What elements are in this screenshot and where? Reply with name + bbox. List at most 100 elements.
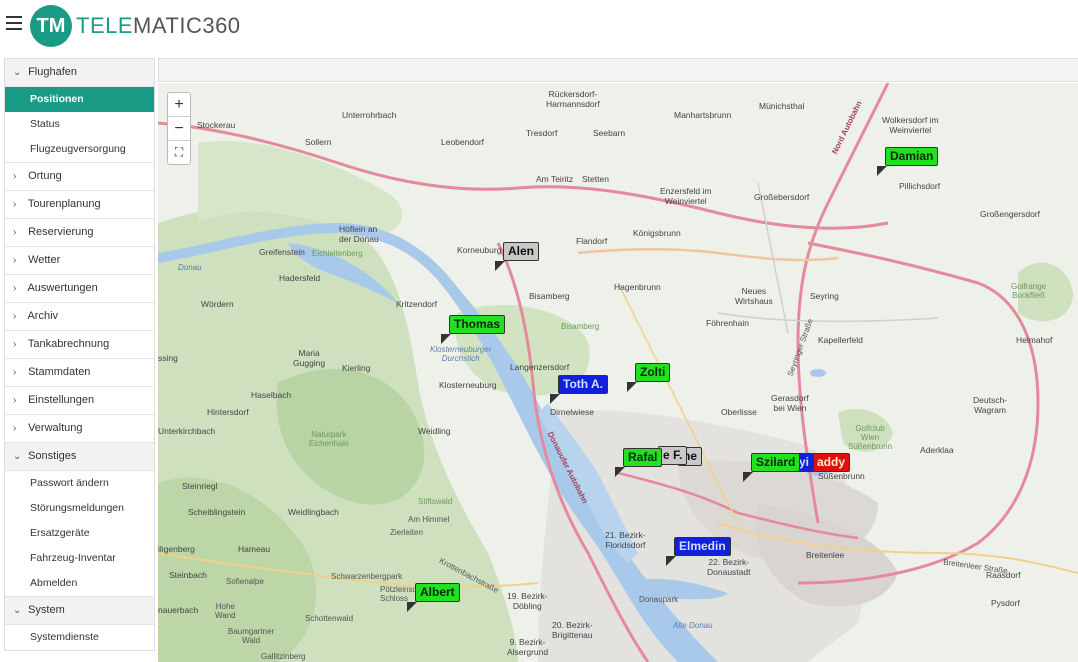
place-label: Haselbach [251, 390, 292, 400]
vehicle-marker-elmedin[interactable]: Elmedin [666, 537, 731, 566]
place-label: Weidlingbach [288, 507, 339, 517]
place-label: Golfrange Bockfließ [1011, 282, 1047, 300]
place-label: Naturpark Eichenhain [309, 430, 349, 448]
sidebar-section-wetter[interactable]: › Wetter [5, 247, 154, 275]
vehicle-marker-szilard[interactable]: Szilard [743, 453, 801, 482]
sidebar-section-einstellungen[interactable]: › Einstellungen [5, 387, 154, 415]
chevron-down-icon: ⌄ [13, 451, 22, 462]
place-label: Kapellerfeld [818, 335, 863, 345]
sidebar-section-auswertungen[interactable]: › Auswertungen [5, 275, 154, 303]
place-label: Schwarzenbergpark [331, 572, 403, 581]
place-label: Dirnelwiese [550, 407, 594, 417]
place-label: Stetten [582, 174, 609, 184]
place-label: 9. Bezirk- Alsergrund [507, 637, 549, 657]
chevron-right-icon: › [13, 227, 17, 238]
sidebar-section-verwaltung[interactable]: › Verwaltung [5, 415, 154, 443]
sidebar-section-ortung[interactable]: › Ortung [5, 163, 154, 191]
sidebar-item-positionen[interactable]: Positionen [5, 87, 154, 112]
place-label: Hadersfeld [279, 273, 321, 283]
place-label: Großengersdorf [980, 209, 1040, 219]
place-label: Scheiblingstein [188, 507, 246, 517]
sidebar-item-abmelden[interactable]: Abmelden [5, 571, 154, 596]
place-label: Föhrenhain [706, 318, 750, 328]
place-label: Leobendorf [441, 137, 485, 147]
place-label: Rückersdorf- Harmannsdorf [546, 89, 600, 109]
place-label: Langenzersdorf [510, 362, 570, 372]
place-label: nauerbach [158, 605, 199, 615]
chevron-right-icon: › [13, 255, 17, 266]
place-label: Korneuburg [457, 245, 502, 255]
place-label: Manhartsbrunn [674, 110, 732, 120]
place-label: 19. Bezirk- Döbling [507, 591, 548, 611]
place-label: Helmahof [1016, 335, 1053, 345]
place-label: Deutsch- Wagram [973, 395, 1008, 415]
place-label: 21. Bezirk- Floridsdorf [605, 530, 646, 550]
place-label: Großebersdorf [754, 192, 810, 202]
vehicle-marker-zolti[interactable]: Zolti [627, 363, 671, 392]
vehicle-marker-rafal[interactable]: Rafal [615, 448, 663, 477]
map-view[interactable]: Rückersdorf- Harmannsdorf Unterrohrbach … [158, 83, 1078, 662]
sidebar: ⌄ Flughafen Positionen Status Flugzeugve… [4, 58, 155, 651]
logo-mark: TM [30, 5, 72, 47]
place-label: Seyring [810, 291, 839, 301]
place-label: Wördern [201, 299, 234, 309]
place-label: Neues Wirtshaus [735, 286, 773, 306]
place-label: Seebarn [593, 128, 626, 138]
place-label: Aderklaa [920, 445, 954, 455]
place-label: ssing [158, 353, 178, 363]
hamburger-menu-icon[interactable] [6, 16, 22, 30]
sidebar-item-stoerungsmeldungen[interactable]: Störungsmeldungen [5, 496, 154, 521]
place-label: Kierling [342, 363, 371, 373]
vehicle-marker-alen[interactable]: Alen [495, 242, 540, 271]
sidebar-item-ersatzgeraete[interactable]: Ersatzgeräte [5, 521, 154, 546]
place-label: Oberlisse [721, 407, 757, 417]
sidebar-section-sonstiges[interactable]: ⌄ Sonstiges [5, 443, 154, 471]
chevron-down-icon: ⌄ [13, 67, 22, 78]
place-label: Gallitzinberg [261, 652, 306, 661]
vehicle-marker-thomas[interactable]: Thomas [441, 315, 506, 344]
vehicle-marker-damian[interactable]: Damian [877, 147, 939, 176]
sidebar-item-passwort-aendern[interactable]: Passwort ändern [5, 471, 154, 496]
sidebar-section-stammdaten[interactable]: › Stammdaten [5, 359, 154, 387]
place-label: Schottenwald [305, 614, 354, 623]
map-background [158, 83, 1078, 662]
place-label: Alte Donau [673, 621, 713, 630]
vehicle-marker-toth[interactable]: Toth A. [550, 375, 608, 404]
zoom-in-button[interactable]: + [168, 93, 190, 117]
place-label: 20. Bezirk- Brigittenau [552, 620, 593, 640]
place-label: Hintersdorf [207, 407, 249, 417]
chevron-down-icon: ⌄ [13, 605, 22, 616]
place-label: Wolkersdorf im Weinviertel [882, 115, 939, 135]
place-label: Enzersfeld im Weinviertel [660, 186, 712, 206]
zoom-out-button[interactable]: − [168, 117, 190, 141]
vehicle-marker-paddy[interactable]: addy [812, 453, 851, 472]
sidebar-section-archiv[interactable]: › Archiv [5, 303, 154, 331]
vehicle-marker-hidden-1[interactable]: e F. [658, 446, 688, 465]
sidebar-item-fahrzeug-inventar[interactable]: Fahrzeug-Inventar [5, 546, 154, 571]
place-label: 22. Bezirk- Donaustadt [707, 557, 751, 577]
sidebar-item-systemdienste[interactable]: Systemdienste [5, 625, 154, 650]
app-header: TM TELEMATIC360 [0, 0, 1078, 52]
sidebar-item-flugzeugversorgung[interactable]: Flugzeugversorgung [5, 137, 154, 162]
sidebar-section-tourenplanung[interactable]: › Tourenplanung [5, 191, 154, 219]
place-label: Hagenbrunn [614, 282, 661, 292]
sidebar-section-system[interactable]: ⌄ System [5, 597, 154, 625]
place-label: Pysdorf [991, 598, 1020, 608]
sidebar-section-tankabrechnung[interactable]: › Tankabrechnung [5, 331, 154, 359]
sidebar-section-reservierung[interactable]: › Reservierung [5, 219, 154, 247]
sidebar-item-status[interactable]: Status [5, 112, 154, 137]
place-label: Höflein an der Donau [339, 224, 379, 244]
chevron-right-icon: › [13, 367, 17, 378]
place-label: Am Himmel [408, 515, 450, 524]
place-label: Sofienalpe [226, 577, 264, 586]
place-label: Steinriegl [182, 481, 218, 491]
place-label: Donaupark [639, 595, 679, 604]
sidebar-section-flughafen[interactable]: ⌄ Flughafen [5, 59, 154, 87]
place-label: Tresdorf [526, 128, 558, 138]
map-zoom-control: + − ⛶ [167, 92, 191, 165]
fullscreen-icon[interactable]: ⛶ [168, 141, 190, 164]
place-label: Pillichsdorf [899, 181, 941, 191]
vehicle-marker-albert[interactable]: Albert [407, 583, 460, 612]
place-label: Unterrohrbach [342, 110, 397, 120]
place-label: Süßenbrunn [818, 471, 865, 481]
